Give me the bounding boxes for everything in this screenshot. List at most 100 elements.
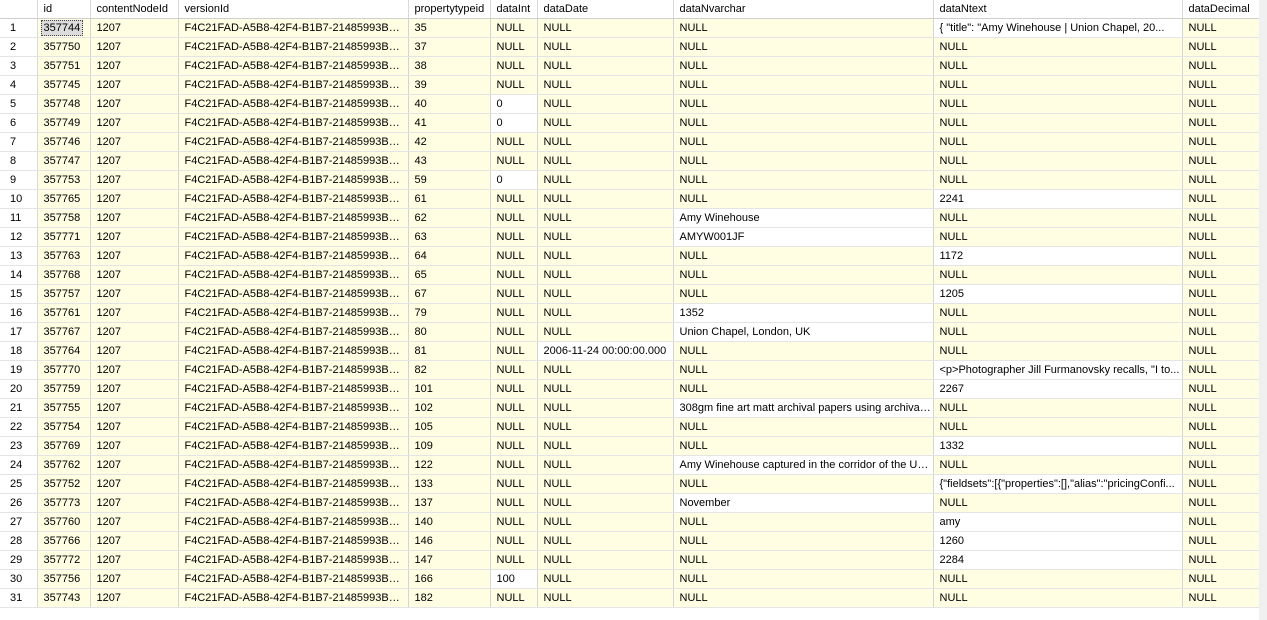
- cell-datantext[interactable]: NULL: [933, 588, 1183, 608]
- cell-versionid[interactable]: F4C21FAD-A5B8-42F4-B1B7-21485993BCB5: [178, 56, 409, 76]
- cell-contentnodeid[interactable]: 1207: [90, 360, 179, 380]
- cell-datantext[interactable]: NULL: [933, 569, 1183, 589]
- cell-versionid[interactable]: F4C21FAD-A5B8-42F4-B1B7-21485993BCB5: [178, 246, 409, 266]
- row-number[interactable]: 18: [0, 341, 38, 361]
- cell-datadate[interactable]: NULL: [537, 417, 674, 437]
- row-number[interactable]: 27: [0, 512, 38, 532]
- row-number[interactable]: 7: [0, 132, 38, 152]
- cell-id[interactable]: 357744: [37, 18, 91, 38]
- cell-datadate[interactable]: NULL: [537, 531, 674, 551]
- row-number[interactable]: 21: [0, 398, 38, 418]
- cell-datadate[interactable]: NULL: [537, 455, 674, 475]
- cell-dataint[interactable]: NULL: [490, 436, 538, 456]
- cell-datadate[interactable]: NULL: [537, 398, 674, 418]
- cell-propertytypeid[interactable]: 109: [408, 436, 491, 456]
- cell-datanvarchar[interactable]: NULL: [673, 531, 934, 551]
- cell-versionid[interactable]: F4C21FAD-A5B8-42F4-B1B7-21485993BCB5: [178, 132, 409, 152]
- cell-propertytypeid[interactable]: 63: [408, 227, 491, 247]
- cell-versionid[interactable]: F4C21FAD-A5B8-42F4-B1B7-21485993BCB5: [178, 227, 409, 247]
- cell-datantext[interactable]: NULL: [933, 113, 1183, 133]
- cell-datadate[interactable]: NULL: [537, 208, 674, 228]
- cell-datanvarchar[interactable]: AMYW001JF: [673, 227, 934, 247]
- cell-datanvarchar[interactable]: 1352: [673, 303, 934, 323]
- table-row[interactable]: 8 357747 1207 F4C21FAD-A5B8-42F4-B1B7-21485…: [0, 151, 1260, 171]
- row-number[interactable]: 17: [0, 322, 38, 342]
- table-row[interactable]: 18 357764 1207 F4C21FAD-A5B8-42F4-B1B7-2148…: [0, 341, 1260, 361]
- cell-id[interactable]: 357772: [37, 550, 91, 570]
- cell-datadate[interactable]: NULL: [537, 474, 674, 494]
- cell-datanvarchar[interactable]: 308gm fine art matt archival papers usin…: [673, 398, 934, 418]
- cell-id[interactable]: 357765: [37, 189, 91, 209]
- cell-contentnodeid[interactable]: 1207: [90, 303, 179, 323]
- cell-contentnodeid[interactable]: 1207: [90, 341, 179, 361]
- cell-datantext[interactable]: NULL: [933, 398, 1183, 418]
- cell-dataint[interactable]: 0: [490, 94, 538, 114]
- cell-datadate[interactable]: NULL: [537, 588, 674, 608]
- cell-datantext[interactable]: NULL: [933, 227, 1183, 247]
- row-number[interactable]: 5: [0, 94, 38, 114]
- cell-datadate[interactable]: NULL: [537, 56, 674, 76]
- cell-id[interactable]: 357747: [37, 151, 91, 171]
- cell-id[interactable]: 357758: [37, 208, 91, 228]
- cell-id[interactable]: 357757: [37, 284, 91, 304]
- cell-datadecimal[interactable]: NULL: [1182, 265, 1260, 285]
- row-number[interactable]: 24: [0, 455, 38, 475]
- column-header-dataint[interactable]: dataInt: [490, 0, 538, 19]
- row-number[interactable]: 29: [0, 550, 38, 570]
- cell-propertytypeid[interactable]: 59: [408, 170, 491, 190]
- cell-contentnodeid[interactable]: 1207: [90, 37, 179, 57]
- cell-datadecimal[interactable]: NULL: [1182, 398, 1260, 418]
- cell-propertytypeid[interactable]: 37: [408, 37, 491, 57]
- cell-dataint[interactable]: NULL: [490, 265, 538, 285]
- cell-contentnodeid[interactable]: 1207: [90, 132, 179, 152]
- cell-propertytypeid[interactable]: 147: [408, 550, 491, 570]
- table-row[interactable]: 16 357761 1207 F4C21FAD-A5B8-42F4-B1B7-2148…: [0, 303, 1260, 323]
- cell-propertytypeid[interactable]: 105: [408, 417, 491, 437]
- cell-propertytypeid[interactable]: 61: [408, 189, 491, 209]
- cell-propertytypeid[interactable]: 79: [408, 303, 491, 323]
- cell-datadecimal[interactable]: NULL: [1182, 512, 1260, 532]
- cell-datadecimal[interactable]: NULL: [1182, 208, 1260, 228]
- row-number[interactable]: 22: [0, 417, 38, 437]
- cell-id[interactable]: 357751: [37, 56, 91, 76]
- cell-id[interactable]: 357768: [37, 265, 91, 285]
- cell-versionid[interactable]: F4C21FAD-A5B8-42F4-B1B7-21485993BCB5: [178, 265, 409, 285]
- row-number[interactable]: 13: [0, 246, 38, 266]
- cell-datanvarchar[interactable]: NULL: [673, 436, 934, 456]
- cell-dataint[interactable]: NULL: [490, 208, 538, 228]
- column-header-datadecimal[interactable]: dataDecimal: [1182, 0, 1260, 19]
- cell-propertytypeid[interactable]: 35: [408, 18, 491, 38]
- cell-datanvarchar[interactable]: NULL: [673, 113, 934, 133]
- cell-datadecimal[interactable]: NULL: [1182, 360, 1260, 380]
- row-number[interactable]: 10: [0, 189, 38, 209]
- row-number[interactable]: 19: [0, 360, 38, 380]
- cell-datanvarchar[interactable]: NULL: [673, 341, 934, 361]
- cell-id[interactable]: 357754: [37, 417, 91, 437]
- cell-dataint[interactable]: 100: [490, 569, 538, 589]
- cell-datanvarchar[interactable]: NULL: [673, 94, 934, 114]
- cell-propertytypeid[interactable]: 42: [408, 132, 491, 152]
- cell-datadecimal[interactable]: NULL: [1182, 341, 1260, 361]
- cell-datantext[interactable]: NULL: [933, 265, 1183, 285]
- cell-dataint[interactable]: NULL: [490, 493, 538, 513]
- cell-datadate[interactable]: NULL: [537, 379, 674, 399]
- table-row[interactable]: 11 357758 1207 F4C21FAD-A5B8-42F4-B1B7-2148…: [0, 208, 1260, 228]
- row-number[interactable]: 20: [0, 379, 38, 399]
- cell-propertytypeid[interactable]: 81: [408, 341, 491, 361]
- cell-contentnodeid[interactable]: 1207: [90, 227, 179, 247]
- cell-datadate[interactable]: NULL: [537, 113, 674, 133]
- cell-contentnodeid[interactable]: 1207: [90, 246, 179, 266]
- cell-versionid[interactable]: F4C21FAD-A5B8-42F4-B1B7-21485993BCB5: [178, 37, 409, 57]
- column-header-contentnodeid[interactable]: contentNodeId: [90, 0, 179, 19]
- cell-datanvarchar[interactable]: NULL: [673, 417, 934, 437]
- cell-contentnodeid[interactable]: 1207: [90, 436, 179, 456]
- cell-id[interactable]: 357770: [37, 360, 91, 380]
- table-row[interactable]: 13 357763 1207 F4C21FAD-A5B8-42F4-B1B7-2148…: [0, 246, 1260, 266]
- cell-versionid[interactable]: F4C21FAD-A5B8-42F4-B1B7-21485993BCB5: [178, 550, 409, 570]
- cell-propertytypeid[interactable]: 101: [408, 379, 491, 399]
- cell-id[interactable]: 357756: [37, 569, 91, 589]
- cell-contentnodeid[interactable]: 1207: [90, 94, 179, 114]
- cell-datadate[interactable]: NULL: [537, 550, 674, 570]
- cell-id[interactable]: 357771: [37, 227, 91, 247]
- column-header-versionid[interactable]: versionId: [178, 0, 409, 19]
